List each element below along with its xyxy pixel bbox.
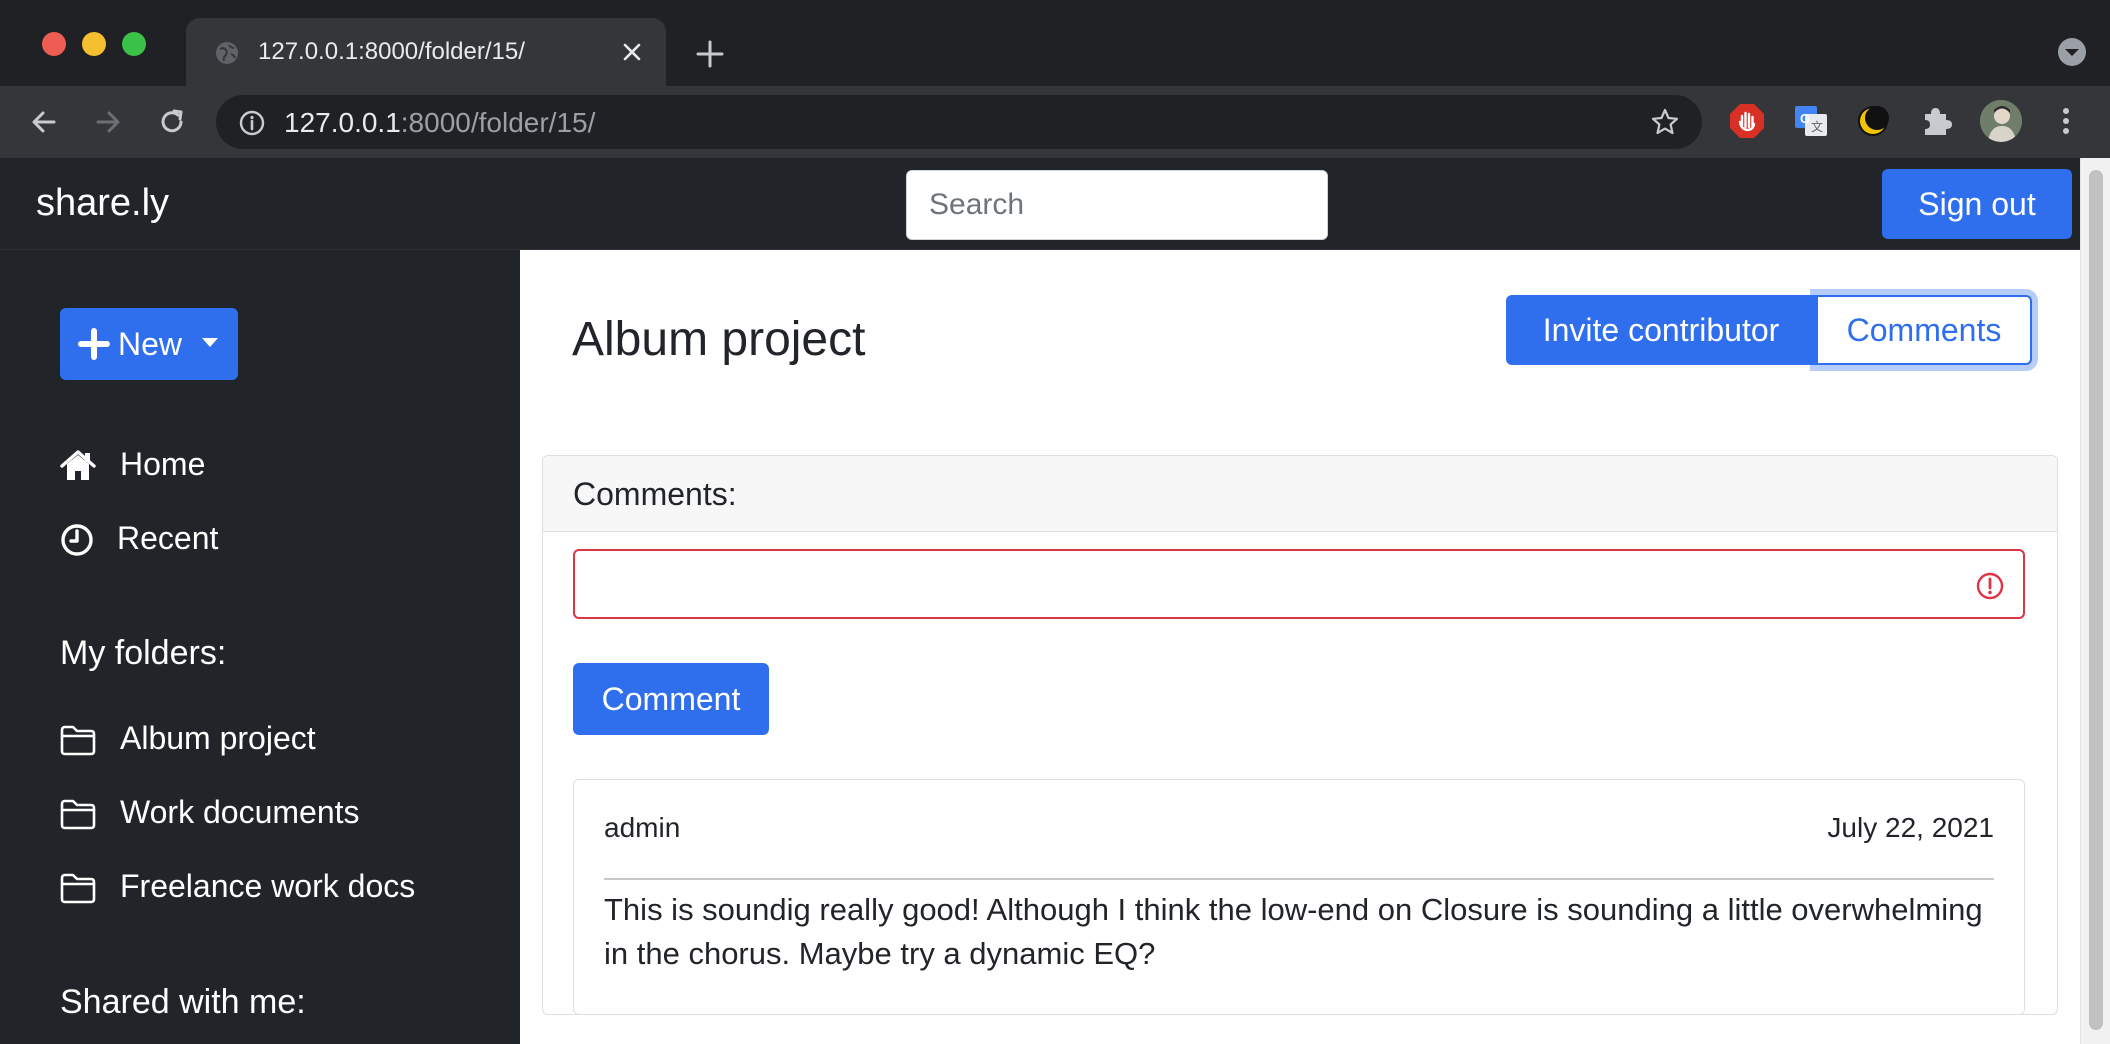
comments-toggle-button[interactable]: Comments: [1816, 295, 2032, 365]
comment-body: This is soundig really good! Although I …: [604, 892, 1983, 971]
sign-out-button[interactable]: Sign out: [1882, 169, 2072, 239]
tab-search-icon[interactable]: [2056, 36, 2088, 68]
adblock-extension-icon[interactable]: [1728, 102, 1766, 140]
sidebar-folder-label: Freelance work docs: [120, 868, 416, 904]
darkmode-extension-icon[interactable]: [1854, 102, 1892, 140]
forward-arrow-icon[interactable]: [90, 104, 126, 140]
comment-divider: [604, 878, 1994, 880]
browser-menu-icon[interactable]: [2048, 102, 2084, 140]
sidebar-item-label: Recent: [117, 520, 219, 556]
url-host: 127.0.0.1: [284, 107, 401, 138]
comment-item: admin July 22, 2021 This is soundig real…: [573, 779, 2025, 1014]
shared-with-me-heading: Shared with me:: [60, 983, 306, 1021]
address-bar[interactable]: 127.0.0.1:8000/folder/15/: [216, 95, 1702, 149]
globe-icon: [216, 42, 238, 64]
comment-date: July 22, 2021: [1827, 812, 1994, 843]
new-tab-icon[interactable]: [692, 36, 728, 72]
browser-tab-strip: 127.0.0.1:8000/folder/15/: [0, 0, 2110, 86]
search-input[interactable]: [906, 170, 1328, 240]
profile-avatar[interactable]: [1980, 100, 2022, 142]
comment-input[interactable]: [573, 549, 2025, 619]
sidebar-folder-label: Work documents: [120, 794, 360, 830]
sidebar: New Home Recent My folders: Album projec…: [0, 250, 520, 1044]
bookmark-star-icon[interactable]: [1650, 107, 1680, 137]
reload-icon[interactable]: [154, 104, 190, 140]
comments-card-header: Comments:: [543, 456, 2057, 532]
profile-avatar-image: [1980, 100, 2022, 142]
comment-submit-button[interactable]: Comment: [573, 663, 769, 735]
info-icon[interactable]: [238, 109, 266, 137]
sidebar-item-label: Home: [120, 446, 206, 482]
window-minimize-button[interactable]: [82, 32, 106, 56]
main-content: Album project Invite contributor Comment…: [520, 250, 2080, 1044]
home-icon: [60, 450, 96, 480]
tab-title: 127.0.0.1:8000/folder/15/: [258, 38, 525, 65]
svg-text:G: G: [1800, 111, 1810, 126]
browser-toolbar: 127.0.0.1:8000/folder/15/ G 文: [0, 86, 2110, 158]
comments-card: Comments: Comment admin July 22, 2021 Th…: [542, 455, 2058, 1015]
window-close-button[interactable]: [42, 32, 66, 56]
page-title: Album project: [572, 313, 866, 366]
sidebar-folder-label: Album project: [120, 720, 316, 756]
extensions-puzzle-icon[interactable]: [1918, 102, 1956, 140]
comment-author: admin: [604, 812, 681, 843]
invalid-warning-icon: [1976, 572, 2004, 600]
app-navbar: share.ly Sign out: [0, 158, 2080, 250]
new-dropdown-button[interactable]: New: [60, 308, 238, 380]
my-folders-heading: My folders:: [60, 634, 227, 672]
back-arrow-icon[interactable]: [26, 104, 62, 140]
new-button-label: New: [118, 326, 183, 362]
clock-icon: [61, 524, 93, 556]
scrollbar-thumb[interactable]: [2089, 170, 2103, 1030]
browser-tab[interactable]: 127.0.0.1:8000/folder/15/: [186, 18, 666, 86]
comments-header-label: Comments:: [573, 476, 737, 512]
url-text: 127.0.0.1:8000/folder/15/: [284, 107, 595, 139]
tab-close-icon[interactable]: [618, 38, 646, 66]
window-maximize-button[interactable]: [122, 32, 146, 56]
brand-logo[interactable]: share.ly: [36, 182, 169, 225]
plus-icon: [78, 328, 110, 360]
folder-icon: [60, 725, 96, 756]
folder-icon: [60, 873, 96, 904]
url-path: :8000/folder/15/: [400, 107, 596, 138]
invite-contributor-button[interactable]: Invite contributor: [1506, 295, 1816, 365]
svg-text:文: 文: [1811, 119, 1823, 134]
folder-icon: [60, 799, 96, 830]
translate-extension-icon[interactable]: G 文: [1792, 102, 1830, 140]
caret-down-icon: [202, 338, 218, 347]
page-scrollbar[interactable]: [2080, 158, 2110, 1044]
